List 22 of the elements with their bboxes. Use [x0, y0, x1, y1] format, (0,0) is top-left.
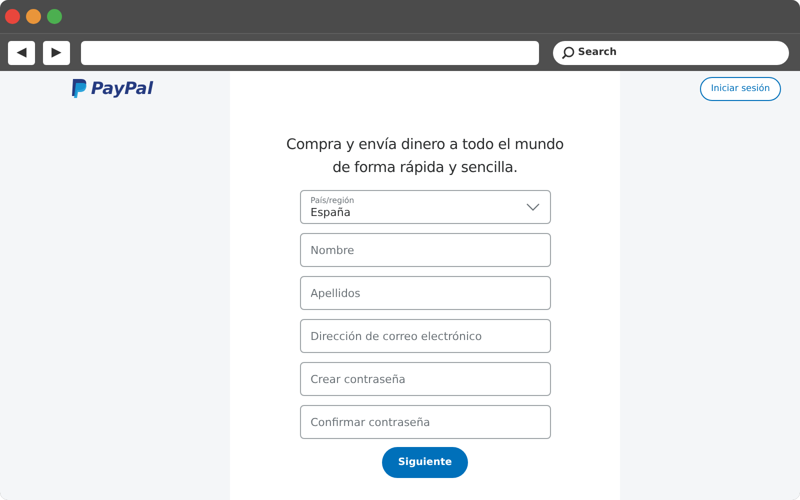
field-value: España [310, 206, 352, 218]
window-control-button[interactable] [5, 9, 20, 24]
input-field[interactable]: Crear contraseña [300, 362, 550, 396]
input-field[interactable]: Nombre [300, 233, 550, 267]
input-field[interactable]: Apellidos [300, 276, 550, 310]
next-button[interactable]: Siguiente [382, 447, 468, 478]
back-button[interactable]: ◀ [8, 40, 35, 64]
paypal-logo-icon [70, 78, 88, 100]
search-field[interactable]: Search [553, 40, 789, 64]
window-control-button[interactable] [26, 9, 41, 24]
address-bar[interactable] [81, 40, 539, 64]
form-heading: Compra y envía dinero a todo el mundo de forma rápida y sencilla. [285, 136, 565, 178]
forward-button[interactable]: ▶ [43, 40, 70, 64]
input-field[interactable]: Confirmar contraseña [300, 405, 550, 439]
input-field[interactable]: Dirección de correo electrónico [300, 319, 550, 353]
field-label: País/región [310, 196, 356, 204]
paypal-logo: PayPal [91, 79, 154, 99]
window-control-button[interactable] [47, 9, 62, 24]
login-button[interactable]: Iniciar sesión [700, 77, 781, 101]
chevron-down-icon [526, 202, 540, 212]
country-select[interactable]: País/región España [300, 190, 550, 224]
search-icon [561, 46, 575, 60]
